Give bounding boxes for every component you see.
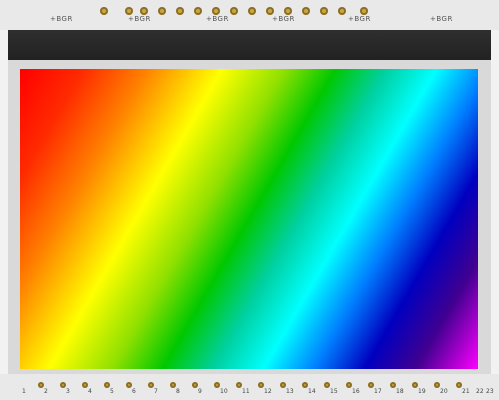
silk-label-2: +BGR: [128, 15, 151, 23]
top-pad: [194, 7, 202, 15]
pin-number: 3: [66, 388, 70, 395]
pin-number: 15: [330, 388, 338, 395]
pin-number: 5: [110, 388, 114, 395]
top-pad: [266, 7, 274, 15]
pin-number: 7: [154, 388, 158, 395]
pin-number: 23: [486, 388, 494, 395]
top-pad: [338, 7, 346, 15]
silk-label-4: +BGR: [272, 15, 295, 23]
silk-label-5: +BGR: [348, 15, 371, 23]
top-pad: [100, 7, 108, 15]
silk-label-6: +BGR: [430, 15, 453, 23]
pin-number: 6: [132, 388, 136, 395]
top-pad: [284, 7, 292, 15]
pin-number: 12: [264, 388, 272, 395]
pin-number: 22: [476, 388, 484, 395]
pin-number: 20: [440, 388, 448, 395]
pin-number: 11: [242, 388, 250, 395]
top-pad: [176, 7, 184, 15]
top-pad: [248, 7, 256, 15]
pin-number: 17: [374, 388, 382, 395]
pin-number: 4: [88, 388, 92, 395]
top-pad: [125, 7, 133, 15]
pin-number: 13: [286, 388, 294, 395]
pin-number: 8: [176, 388, 180, 395]
lcd-module: +BGR +BGR +BGR +BGR +BGR +BGR 1 2 3 4 5 …: [0, 0, 499, 400]
pin-number: 2: [44, 388, 48, 395]
silk-label-3: +BGR: [206, 15, 229, 23]
pin-number: 1: [22, 388, 26, 395]
top-pad: [360, 7, 368, 15]
pin-number: 18: [396, 388, 404, 395]
top-pad: [140, 7, 148, 15]
pin-number: 14: [308, 388, 316, 395]
pin-number: 10: [220, 388, 228, 395]
silk-label-1: +BGR: [50, 15, 73, 23]
pin-number: 16: [352, 388, 360, 395]
pin-number: 21: [462, 388, 470, 395]
pin-number: 19: [418, 388, 426, 395]
top-pad: [212, 7, 220, 15]
top-pad: [320, 7, 328, 15]
pcb-bottom-edge: [0, 374, 499, 400]
pcb-top-edge: +BGR +BGR +BGR +BGR +BGR +BGR: [0, 0, 499, 30]
top-pad: [302, 7, 310, 15]
top-pad: [230, 7, 238, 15]
top-pad: [158, 7, 166, 15]
pin-number: 9: [198, 388, 202, 395]
rainbow-backlight: [20, 69, 478, 369]
